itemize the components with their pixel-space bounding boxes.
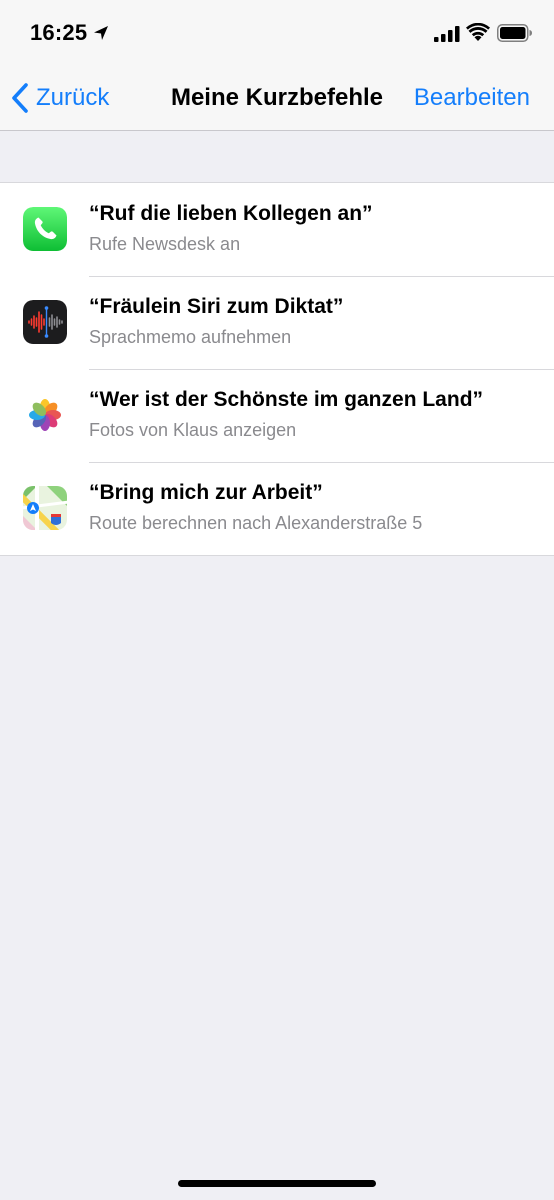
status-bar: 16:25 (0, 0, 554, 66)
home-indicator[interactable] (178, 1180, 376, 1187)
status-time: 16:25 (30, 20, 88, 45)
page-title-text: Meine Kurzbefehle (170, 84, 384, 111)
voice-memos-app-icon (23, 300, 67, 344)
screen: 16:25 Zurück Meine Kurzbefehle Bearbeite… (0, 0, 554, 1200)
shortcut-title: “Bring mich zur Arbeit” (89, 481, 323, 504)
phone-app-icon (23, 207, 67, 251)
photos-app-icon (23, 393, 67, 437)
list-item[interactable]: “Ruf die lieben Kollegen an” Rufe Newsde… (0, 183, 554, 276)
battery-icon (497, 24, 532, 42)
shortcut-subtitle: Sprachmemo aufnehmen (89, 327, 292, 347)
maps-app-icon (23, 486, 67, 530)
shortcuts-list: “Ruf die lieben Kollegen an” Rufe Newsde… (0, 182, 554, 556)
wifi-icon (466, 23, 490, 41)
list-item[interactable]: “Bring mich zur Arbeit” Route berechnen … (0, 462, 554, 555)
list-item[interactable]: “Wer ist der Schönste im ganzen Land” Fo… (0, 369, 554, 462)
shortcut-subtitle: Fotos von Klaus anzeigen (89, 420, 297, 440)
location-arrow-icon (94, 26, 108, 40)
cellular-signal-icon (434, 26, 460, 42)
shortcut-title: “Wer ist der Schönste im ganzen Land” (89, 388, 484, 411)
edit-button[interactable]: Bearbeiten (414, 84, 530, 112)
shortcut-subtitle: Rufe Newsdesk an (89, 234, 241, 254)
shortcut-title: “Ruf die lieben Kollegen an” (89, 202, 373, 225)
navigation-bar: Zurück Meine Kurzbefehle Bearbeiten (0, 66, 554, 131)
shortcut-subtitle: Route berechnen nach Alexanderstraße 5 (89, 513, 423, 533)
list-item[interactable]: “Fräulein Siri zum Diktat” Sprachmemo au… (0, 276, 554, 369)
shortcut-title: “Fräulein Siri zum Diktat” (89, 295, 344, 318)
